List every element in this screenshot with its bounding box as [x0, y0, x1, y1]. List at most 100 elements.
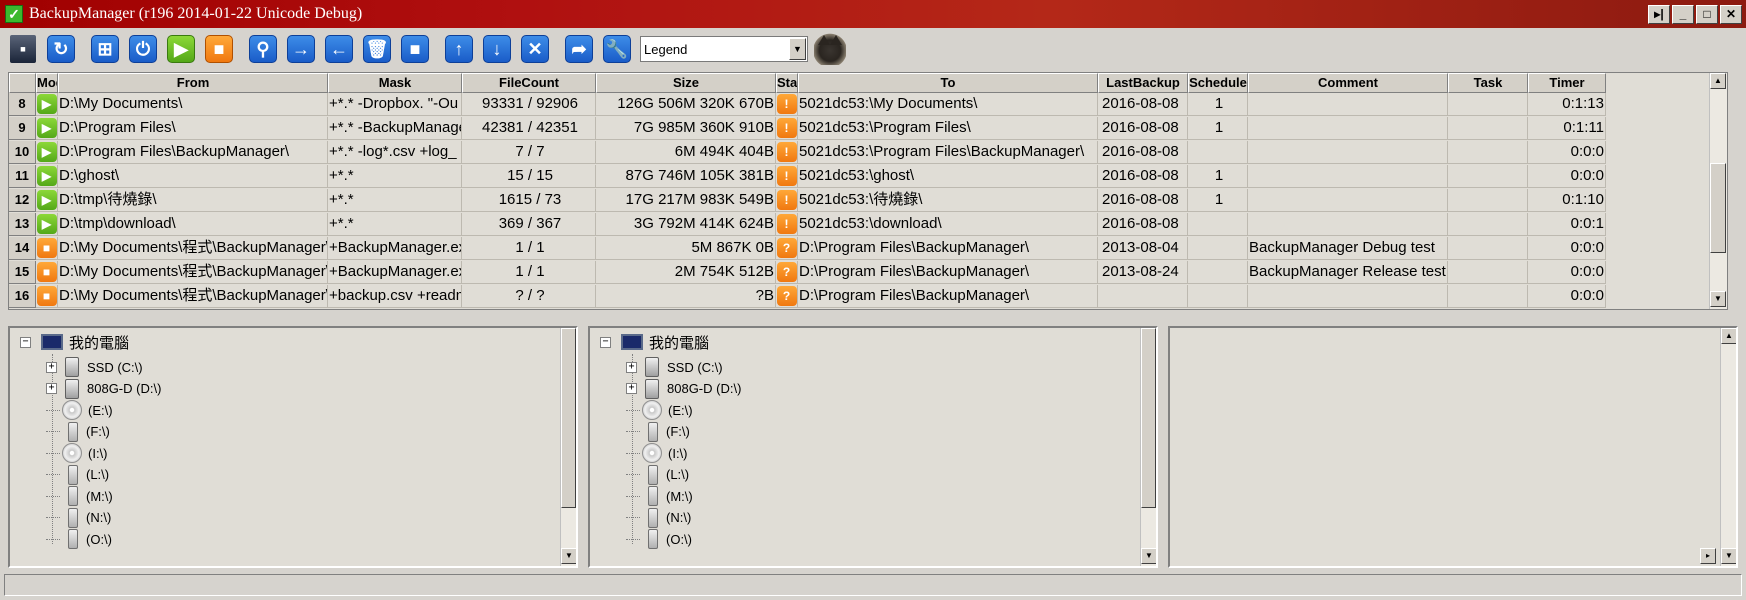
status-cell[interactable]: ! — [776, 165, 798, 188]
scroll-down-button[interactable]: ▼ — [1721, 548, 1736, 564]
expand-icon[interactable]: + — [626, 361, 637, 373]
comment-cell[interactable]: BackupManager Release test — [1248, 261, 1448, 284]
mode-cell[interactable]: ■ — [36, 237, 58, 260]
schedule-cell[interactable]: 1 — [1188, 165, 1248, 188]
mask-cell[interactable]: +*.* — [328, 189, 462, 212]
from-cell[interactable]: D:\My Documents\程式\BackupManager\tr — [58, 285, 328, 308]
comment-cell[interactable] — [1248, 213, 1448, 236]
column-header-schedule[interactable]: Schedule — [1188, 73, 1248, 93]
task-cell[interactable] — [1448, 213, 1528, 236]
filecount-cell[interactable]: 93331 / 92906 — [462, 93, 596, 116]
size-cell[interactable]: 5M 867K 0B — [596, 237, 776, 260]
to-cell[interactable]: D:\Program Files\BackupManager\ — [798, 237, 1098, 260]
column-header-status[interactable]: Statu — [776, 73, 798, 93]
stop-small-button[interactable]: ■ — [398, 32, 432, 66]
play-icon[interactable]: ▶ — [36, 142, 57, 162]
to-cell[interactable]: 5021dc53:\download\ — [798, 213, 1098, 236]
filecount-cell[interactable]: 1 / 1 — [462, 261, 596, 284]
schedule-cell[interactable] — [1188, 261, 1248, 284]
task-cell[interactable] — [1448, 189, 1528, 212]
mode-cell[interactable]: ■ — [36, 285, 58, 308]
refresh-button[interactable]: ↻ — [44, 32, 78, 66]
tree-item-drive[interactable]: (L:\) — [626, 464, 689, 486]
mode-cell[interactable]: ▶ — [36, 117, 58, 140]
tree-item-drive[interactable]: + SSD (C:\) — [626, 356, 723, 378]
status-cell[interactable]: ? — [776, 285, 798, 308]
tree-item-drive[interactable]: (F:\) — [626, 421, 690, 443]
lastbackup-cell[interactable]: 2016-08-08 — [1098, 117, 1188, 140]
column-header-lastbackup[interactable]: LastBackup — [1098, 73, 1188, 93]
mode-cell[interactable]: ▶ — [36, 165, 58, 188]
filecount-cell[interactable]: 7 / 7 — [462, 141, 596, 164]
tree-item-drive[interactable]: (L:\) — [46, 464, 109, 486]
expand-icon[interactable]: + — [46, 361, 57, 373]
mask-cell[interactable]: +*.* — [328, 213, 462, 236]
destination-tree-panel[interactable]: − 我的電腦 + SSD (C:\) +808G-D (D:\) (E:\) (F:\) (I… — [588, 326, 1158, 568]
legend-dropdown[interactable]: Legend ▼ — [640, 36, 808, 62]
mask-cell[interactable]: +*.* -BackupManage — [328, 117, 462, 140]
lastbackup-cell[interactable]: 2016-08-08 — [1098, 93, 1188, 116]
from-cell[interactable]: D:\My Documents\ — [58, 93, 328, 116]
status-cell[interactable]: ! — [776, 189, 798, 212]
size-cell[interactable]: 7G 985M 360K 910B — [596, 117, 776, 140]
to-cell[interactable]: D:\Program Files\BackupManager\ — [798, 285, 1098, 308]
tree-item-drive[interactable]: (F:\) — [46, 421, 110, 443]
mode-cell[interactable]: ▶ — [36, 93, 58, 116]
mode-cell[interactable]: ▶ — [36, 213, 58, 236]
schedule-cell[interactable] — [1188, 141, 1248, 164]
column-header-filecount[interactable]: FileCount — [462, 73, 596, 93]
column-header-mask[interactable]: Mask — [328, 73, 462, 93]
scroll-up-button[interactable]: ▲ — [1721, 328, 1736, 344]
play-icon[interactable]: ▶ — [36, 214, 57, 234]
play-button[interactable]: ▶ — [164, 32, 198, 66]
tree-item-drive[interactable]: + SSD (C:\) — [46, 356, 143, 378]
tree-item-drive[interactable]: +808G-D (D:\) — [626, 378, 741, 400]
comment-cell[interactable] — [1248, 285, 1448, 308]
stop-icon[interactable]: ■ — [36, 238, 57, 258]
table-row[interactable]: 15 ■ D:\My Documents\程式\BackupManager\tr +B… — [9, 261, 1606, 284]
windows-button[interactable]: ⊞ — [88, 32, 122, 66]
close-button[interactable]: ✕ — [1720, 5, 1742, 24]
tree-item-drive[interactable]: (N:\) — [626, 507, 691, 529]
from-cell[interactable]: D:\My Documents\程式\BackupManager\tr — [58, 261, 328, 284]
chevron-down-icon[interactable]: ▼ — [789, 38, 806, 60]
timer-cell[interactable]: 0:1:10 — [1528, 189, 1606, 212]
schedule-cell[interactable]: 1 — [1188, 189, 1248, 212]
source-tree-panel[interactable]: − 我的電腦 + SSD (C:\) +808G-D (D:\) (E:\) (F:\) (I… — [8, 326, 578, 568]
mask-cell[interactable]: +*.* -Dropbox. "-Ou — [328, 93, 462, 116]
play-icon[interactable]: ▶ — [36, 166, 57, 186]
share-button[interactable]: ➦ — [562, 32, 596, 66]
play-icon[interactable]: ▶ — [36, 190, 57, 210]
table-row[interactable]: 13 ▶ D:\tmp\download\ +*.* 369 / 367 3G 792M … — [9, 213, 1606, 236]
to-cell[interactable]: 5021dc53:\Program Files\BackupManager\ — [798, 141, 1098, 164]
trash-button[interactable]: 🗑 — [360, 32, 394, 66]
forward-button[interactable]: → — [284, 32, 318, 66]
schedule-cell[interactable] — [1188, 285, 1248, 308]
status-cell[interactable]: ? — [776, 237, 798, 260]
timer-cell[interactable]: 0:0:1 — [1528, 213, 1606, 236]
to-cell[interactable]: 5021dc53:\Program Files\ — [798, 117, 1098, 140]
lastbackup-cell[interactable] — [1098, 285, 1188, 308]
size-cell[interactable]: 17G 217M 983K 549B — [596, 189, 776, 212]
table-row[interactable]: 8 ▶ D:\My Documents\ +*.* -Dropbox. "-Ou 933… — [9, 93, 1606, 116]
stop-icon[interactable]: ■ — [36, 262, 57, 282]
help-button[interactable]: ▸| — [1648, 5, 1670, 24]
task-cell[interactable] — [1448, 285, 1528, 308]
tree-item-drive[interactable]: (N:\) — [46, 507, 111, 529]
stop-button[interactable]: ■ — [202, 32, 236, 66]
comment-cell[interactable] — [1248, 141, 1448, 164]
lastbackup-cell[interactable]: 2016-08-08 — [1098, 189, 1188, 212]
mask-cell[interactable]: +backup.csv +readm — [328, 285, 462, 308]
status-cell[interactable]: ? — [776, 261, 798, 284]
tree-item-drive[interactable]: (I:\) — [46, 442, 108, 464]
filecount-cell[interactable]: 42381 / 42351 — [462, 117, 596, 140]
from-cell[interactable]: D:\Program Files\ — [58, 117, 328, 140]
status-cell[interactable]: ! — [776, 213, 798, 236]
mask-cell[interactable]: +BackupManager.exe — [328, 237, 462, 260]
tree-item-drive[interactable]: (E:\) — [46, 399, 113, 421]
scroll-thumb[interactable] — [1141, 328, 1156, 508]
filecount-cell[interactable]: ? / ? — [462, 285, 596, 308]
task-cell[interactable] — [1448, 237, 1528, 260]
grid-vertical-scrollbar[interactable]: ▲ ▼ — [1709, 73, 1727, 309]
maximize-button[interactable]: □ — [1696, 5, 1718, 24]
